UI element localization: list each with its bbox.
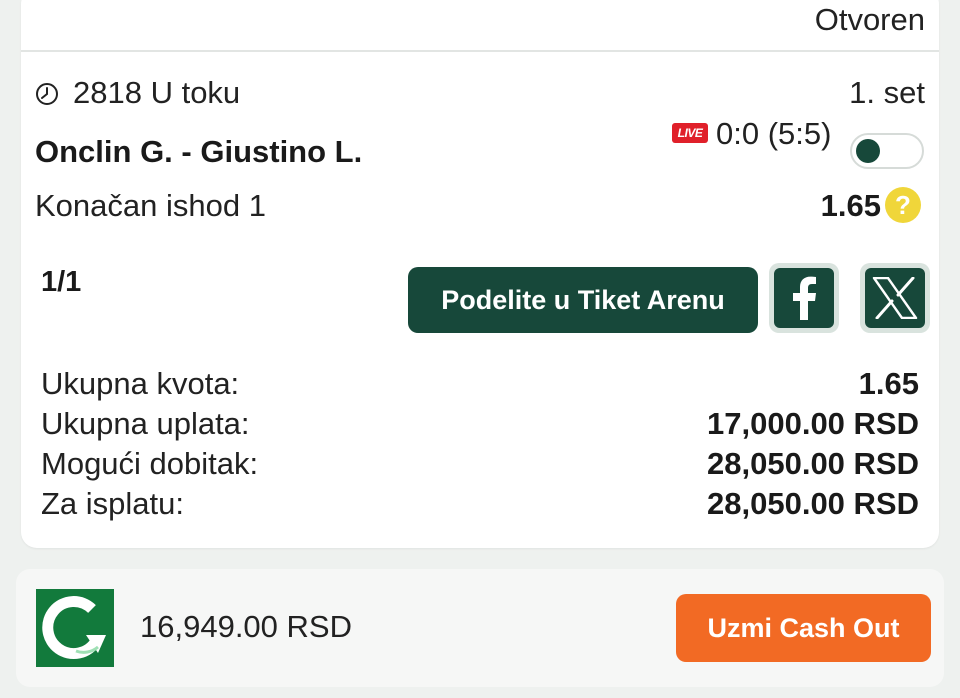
summary-label: Mogući dobitak: — [41, 446, 259, 481]
summary-row-total-stake: Ukupna uplata: 17,000.00 RSD — [41, 406, 919, 446]
ticket-counter: 1/1 — [41, 266, 82, 298]
clock-icon — [36, 83, 58, 105]
summary-value: 28,050.00 RSD — [707, 486, 919, 521]
ticket-card: Otvoren 2818 U toku 1. set Onclin G. - G… — [21, 0, 939, 548]
summary-value: 28,050.00 RSD — [707, 446, 919, 481]
x-share-button[interactable] — [860, 263, 930, 333]
event-id-status: 2818 U toku — [73, 75, 241, 110]
cashout-logo-icon — [36, 589, 114, 667]
help-icon[interactable]: ? — [885, 187, 921, 223]
cash-out-button[interactable]: Uzmi Cash Out — [676, 594, 931, 662]
bet-odds: 1.65 — [820, 188, 881, 223]
live-badge: LIVE — [672, 123, 708, 143]
match-name: Onclin G. - Giustino L. — [35, 134, 363, 169]
x-logo-icon — [872, 277, 918, 319]
summary-row-possible-win: Mogući dobitak: 28,050.00 RSD — [41, 446, 919, 486]
ticket-summary: Ukupna kvota: 1.65 Ukupna uplata: 17,000… — [41, 366, 919, 526]
summary-row-payout: Za isplatu: 28,050.00 RSD — [41, 486, 919, 526]
live-score: 0:0 (5:5) — [716, 116, 832, 151]
page: Otvoren 2818 U toku 1. set Onclin G. - G… — [0, 0, 960, 698]
summary-label: Za isplatu: — [41, 486, 185, 521]
event-period: 1. set — [849, 75, 925, 110]
live-toggle[interactable] — [850, 133, 924, 169]
cashout-card: 16,949.00 RSD Uzmi Cash Out — [16, 569, 944, 687]
ticket-status-row: Otvoren — [21, 0, 939, 52]
facebook-share-button[interactable] — [769, 263, 839, 333]
share-tiket-arena-button[interactable]: Podelite u Tiket Arenu — [408, 267, 758, 333]
facebook-icon — [793, 276, 816, 320]
ticket-status: Otvoren — [814, 2, 925, 37]
cashout-amount: 16,949.00 RSD — [140, 609, 352, 644]
toggle-knob — [856, 139, 880, 163]
summary-value: 17,000.00 RSD — [707, 406, 919, 441]
event-info-row: 2818 U toku 1. set — [35, 74, 925, 114]
summary-row-total-odds: Ukupna kvota: 1.65 — [41, 366, 919, 406]
summary-label: Ukupna kvota: — [41, 366, 240, 401]
summary-label: Ukupna uplata: — [41, 406, 250, 441]
bet-pick: Konačan ishod 1 — [35, 188, 266, 223]
summary-value: 1.65 — [858, 366, 919, 401]
